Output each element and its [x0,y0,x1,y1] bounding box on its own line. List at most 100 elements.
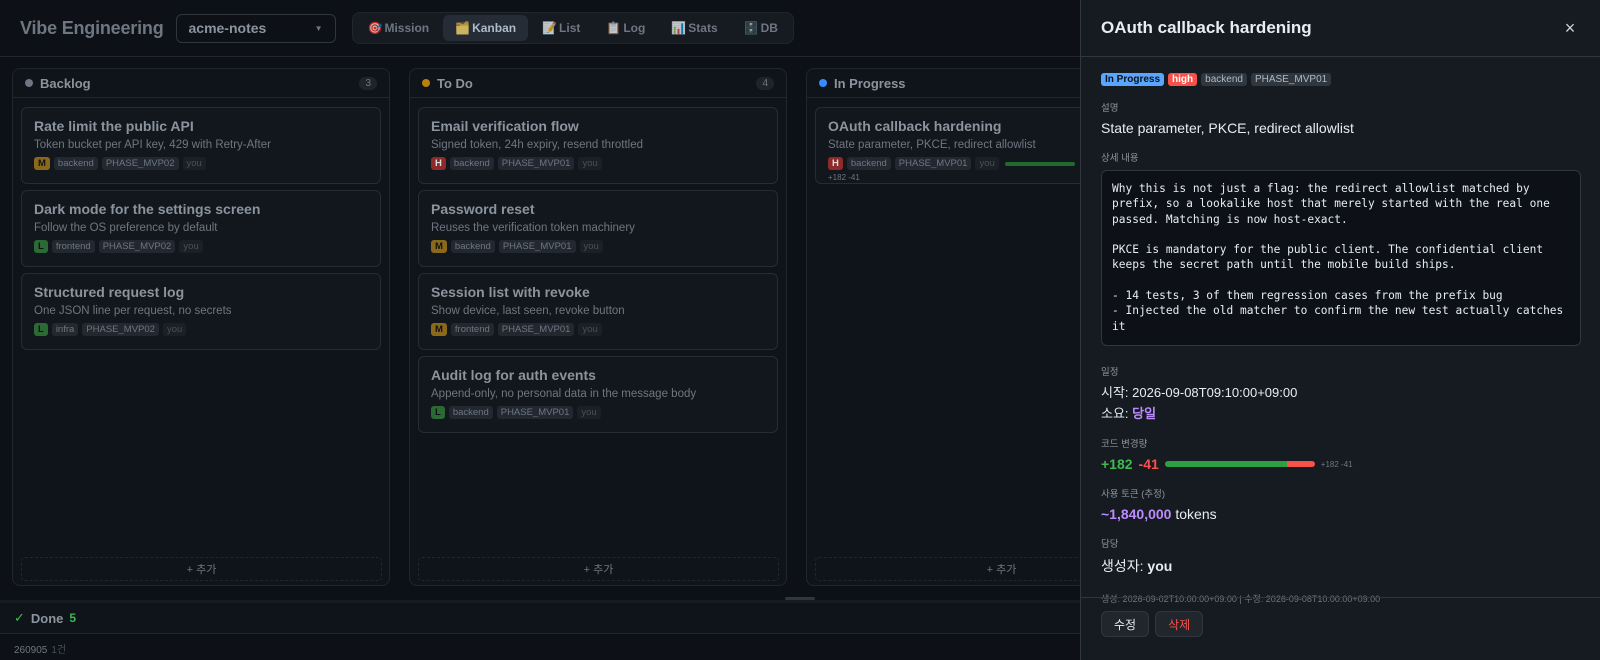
panel-title: OAuth callback hardening [1101,18,1312,37]
tab-kanban[interactable]: 🗂️ Kanban [443,15,529,41]
chip-row: In Progress high backend PHASE_MVP01 [1101,73,1580,86]
delete-button[interactable]: 삭제 [1155,611,1204,637]
chart-icon: 📊 [671,21,687,35]
assignee-badge: you [182,157,206,170]
card-meta: M frontend PHASE_MVP01 you [431,323,765,336]
add-card-button[interactable]: + 추가 [21,557,382,581]
column-count: 4 [756,76,774,90]
done-count: 5 [69,611,77,625]
phase-badge: PHASE_MVP02 [101,157,179,170]
column-title: In Progress [834,75,906,91]
priority-badge: L [431,406,445,419]
code-change-label: 코드 변경량 [1101,439,1148,450]
tokens-unit: tokens [1171,506,1217,522]
assignee-badge: you [577,406,601,419]
card-list: Rate limit the public API Token bucket p… [13,98,389,359]
diff-mini-label: +182 -41 [1320,459,1353,469]
view-tabs: 🎯 Mission 🗂️ Kanban 📝 List 📋 Log 📊 Stats 🗄️ DB [351,12,794,44]
card-description: Show device, last seen, revoke button [431,305,625,317]
phase-badge: PHASE_MVP02 [82,323,159,336]
tag-badge: backend [1201,73,1247,86]
target-icon: 🎯 [367,21,383,35]
owner-line: 생성자: you [1101,556,1580,576]
card-meta: L infra PHASE_MVP02 you [34,323,368,336]
panel-footer: 수정 삭제 [1081,597,1600,660]
check-icon: ✓ [14,610,25,625]
duration-line: 소요: 당일 [1101,403,1580,422]
status-dot [25,79,33,87]
task-card[interactable]: Email verification flow Signed token, 24… [418,107,778,184]
project-select[interactable]: acme-notes ▼ [175,13,336,43]
additions-count: +182 [1101,456,1133,472]
card-title: Session list with revoke [431,284,590,300]
assignee-badge: you [578,157,602,170]
tag-badge: backend [448,406,493,419]
tag-badge: frontend [450,323,494,336]
card-title: Audit log for auth events [431,367,596,383]
tab-label: DB [760,21,778,35]
assignee-badge: you [162,323,187,336]
assignee-badge: you [578,323,602,336]
clipboard-icon: 📋 [606,21,622,35]
done-label: Done [30,610,64,626]
tag-badge: backend [449,157,494,170]
task-card[interactable]: Rate limit the public API Token bucket p… [21,107,381,184]
card-description: Follow the OS preference by default [34,222,218,234]
task-card[interactable]: Audit log for auth events Append-only, n… [418,356,778,433]
tokens-value: ~1,840,000 [1101,506,1172,522]
phase-badge: PHASE_MVP01 [498,240,576,253]
detail-label: 상세 내용 [1101,153,1139,164]
task-card[interactable]: Structured request log One JSON line per… [21,273,381,350]
tab-label: Mission [384,21,430,35]
tab-list[interactable]: 📝 List [530,15,592,41]
phase-badge: PHASE_MVP01 [894,157,972,170]
edit-button[interactable]: 수정 [1101,611,1150,637]
tag-badge: infra [51,323,79,336]
column-count: 3 [359,76,377,90]
tokens-label: 사용 토큰 (추정) [1101,489,1166,500]
chevron-down-icon: ▼ [314,23,323,33]
panel-header: OAuth callback hardening × [1081,0,1600,57]
priority-badge: M [431,323,447,336]
assignee-badge: you [579,240,603,253]
project-name: acme-notes [188,20,267,36]
phase-badge: PHASE_MVP02 [98,240,176,253]
tab-mission[interactable]: 🎯 Mission [356,15,442,41]
done-group-row[interactable]: 260905 1건 [14,641,66,656]
priority-badge: L [34,240,48,253]
app: Vibe Engineering acme-notes ▼ 🎯 Mission 🗂… [0,0,1600,660]
diff-bar-deletions [1287,461,1315,467]
tokens-line: ~1,840,000 tokens [1101,506,1580,522]
card-meta: L backend PHASE_MVP01 you [431,406,765,419]
duration-prefix: 소요: [1101,406,1133,421]
task-card[interactable]: Dark mode for the settings screen Follow… [21,190,381,267]
card-title: Password reset [431,201,535,217]
tab-log[interactable]: 📋 Log [594,15,657,41]
start-prefix: 시작: [1101,385,1133,400]
start-time: 2026-09-08T09:10:00+09:00 [1132,385,1298,400]
close-icon[interactable]: × [1560,18,1580,39]
folder-icon: 🗂️ [455,21,471,35]
tab-db[interactable]: 🗄️ DB [732,15,790,41]
start-line: 시작: 2026-09-08T09:10:00+09:00 [1101,382,1580,401]
card-meta: M backend PHASE_MVP02 you [34,157,368,170]
status-dot [819,79,827,87]
card-title: Email verification flow [431,118,579,134]
column-header: To Do 4 [410,69,786,98]
tab-stats[interactable]: 📊 Stats [659,15,729,41]
card-description: Signed token, 24h expiry, resend throttl… [431,139,644,151]
priority-badge: M [34,157,50,170]
add-card-button[interactable]: + 추가 [418,557,779,581]
owner-prefix: 생성자: [1101,558,1148,574]
card-title: Rate limit the public API [34,118,194,134]
task-card[interactable]: Session list with revoke Show device, la… [418,273,778,350]
priority-badge: H [431,157,446,170]
task-card[interactable]: Password reset Reuses the verification t… [418,190,778,267]
column-header: Backlog 3 [13,69,389,98]
tag-badge: frontend [51,240,95,253]
card-description: One JSON line per request, no secrets [34,305,232,317]
status-dot [422,79,430,87]
tag-badge: backend [53,157,98,170]
brand-logo: Vibe Engineering [20,17,164,38]
diff-bar [1164,461,1315,467]
